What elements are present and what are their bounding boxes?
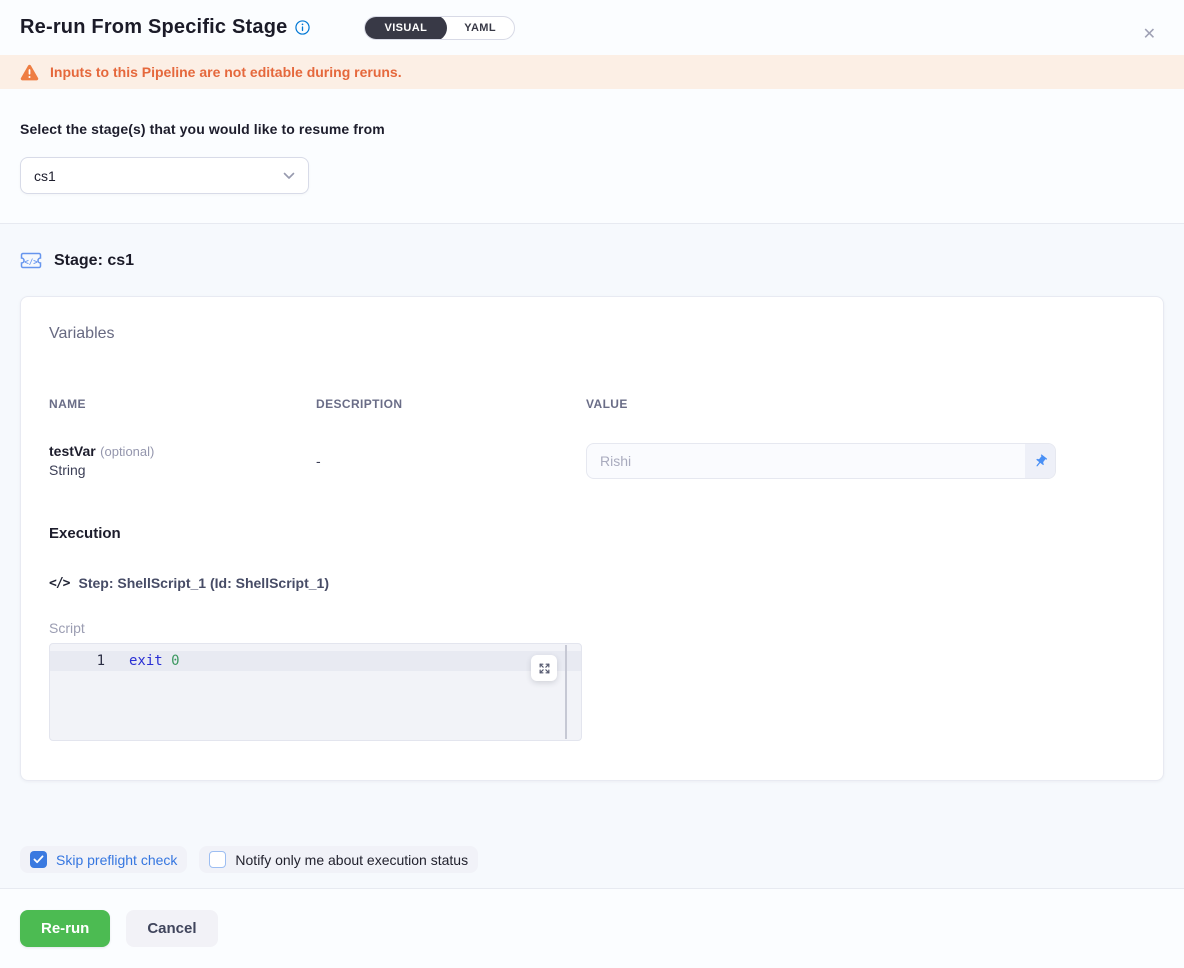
variables-title: Variables: [49, 325, 1135, 343]
editor-scrollbar[interactable]: [565, 645, 567, 739]
toggle-yaml[interactable]: YAML: [446, 16, 514, 40]
banner-message: Inputs to this Pipeline are not editable…: [50, 64, 402, 80]
code-token-keyword: exit: [129, 653, 163, 669]
variable-value-input[interactable]: [587, 444, 1025, 478]
code-token-number: 0: [163, 653, 180, 669]
modal-header: Re-run From Specific Stage VISUAL YAML ✕: [0, 0, 1184, 55]
toggle-visual[interactable]: VISUAL: [364, 16, 447, 40]
table-row: testVar (optional) String -: [49, 442, 1135, 480]
unchecked-checkbox[interactable]: [209, 851, 226, 868]
expand-icon[interactable]: [531, 655, 557, 681]
close-icon[interactable]: ✕: [1143, 27, 1156, 43]
column-header-description: DESCRIPTION: [316, 397, 586, 411]
svg-text:</>: </>: [24, 257, 38, 266]
stage-select-label: Select the stage(s) that you would like …: [20, 121, 1164, 137]
stage-select-value: cs1: [34, 168, 283, 184]
variable-type: String: [49, 461, 316, 480]
step-row: </> Step: ShellScript_1 (Id: ShellScript…: [49, 575, 1135, 591]
info-icon[interactable]: [295, 20, 310, 35]
pin-icon[interactable]: [1025, 444, 1055, 478]
variables-table-header: NAME DESCRIPTION VALUE: [49, 397, 1135, 411]
stage-card: Variables NAME DESCRIPTION VALUE testVar…: [20, 296, 1164, 781]
script-code-editor[interactable]: 1 exit 0: [49, 643, 582, 741]
checkmark-icon[interactable]: [30, 851, 47, 868]
variable-name-cell: testVar (optional) String: [49, 442, 316, 480]
variable-description: -: [316, 453, 586, 469]
cancel-button[interactable]: Cancel: [126, 910, 217, 947]
main-content: </> Stage: cs1 Variables NAME DESCRIPTIO…: [0, 224, 1184, 888]
notify-me-checkbox[interactable]: Notify only me about execution status: [199, 846, 478, 873]
variable-optional-tag: (optional): [100, 444, 154, 459]
notify-me-label: Notify only me about execution status: [235, 852, 468, 868]
column-header-name: NAME: [49, 397, 316, 411]
stage-select-dropdown[interactable]: cs1: [20, 157, 309, 194]
warning-banner: Inputs to this Pipeline are not editable…: [0, 55, 1184, 89]
column-header-value: VALUE: [586, 397, 1135, 411]
code-line: 1 exit 0: [50, 651, 581, 671]
chevron-down-icon: [283, 172, 295, 180]
variable-value-field: [586, 443, 1056, 479]
code-step-icon: </>: [49, 576, 69, 591]
stage-heading-label: Stage: cs1: [54, 252, 134, 270]
execution-title: Execution: [49, 525, 1135, 542]
variables-table: NAME DESCRIPTION VALUE testVar (optional…: [49, 397, 1135, 480]
script-label: Script: [49, 620, 1135, 636]
code-text: exit 0: [129, 653, 180, 669]
rerun-button[interactable]: Re-run: [20, 910, 110, 947]
line-number: 1: [50, 653, 105, 669]
variable-name: testVar: [49, 443, 96, 459]
visual-yaml-toggle: VISUAL YAML: [364, 16, 515, 40]
warning-triangle-icon: [20, 64, 39, 81]
skip-preflight-label: Skip preflight check: [56, 852, 177, 868]
options-row: Skip preflight check Notify only me abou…: [20, 846, 1164, 873]
stage-heading: </> Stage: cs1: [20, 250, 1164, 272]
step-label: Step: ShellScript_1 (Id: ShellScript_1): [78, 575, 329, 591]
stage-code-badge-icon: </>: [20, 252, 42, 271]
stage-select-section: Select the stage(s) that you would like …: [0, 89, 1184, 224]
skip-preflight-checkbox[interactable]: Skip preflight check: [20, 846, 187, 873]
modal-footer: Re-run Cancel: [0, 888, 1184, 968]
page-title: Re-run From Specific Stage: [20, 16, 287, 39]
rerun-modal: Re-run From Specific Stage VISUAL YAML ✕…: [0, 0, 1184, 968]
